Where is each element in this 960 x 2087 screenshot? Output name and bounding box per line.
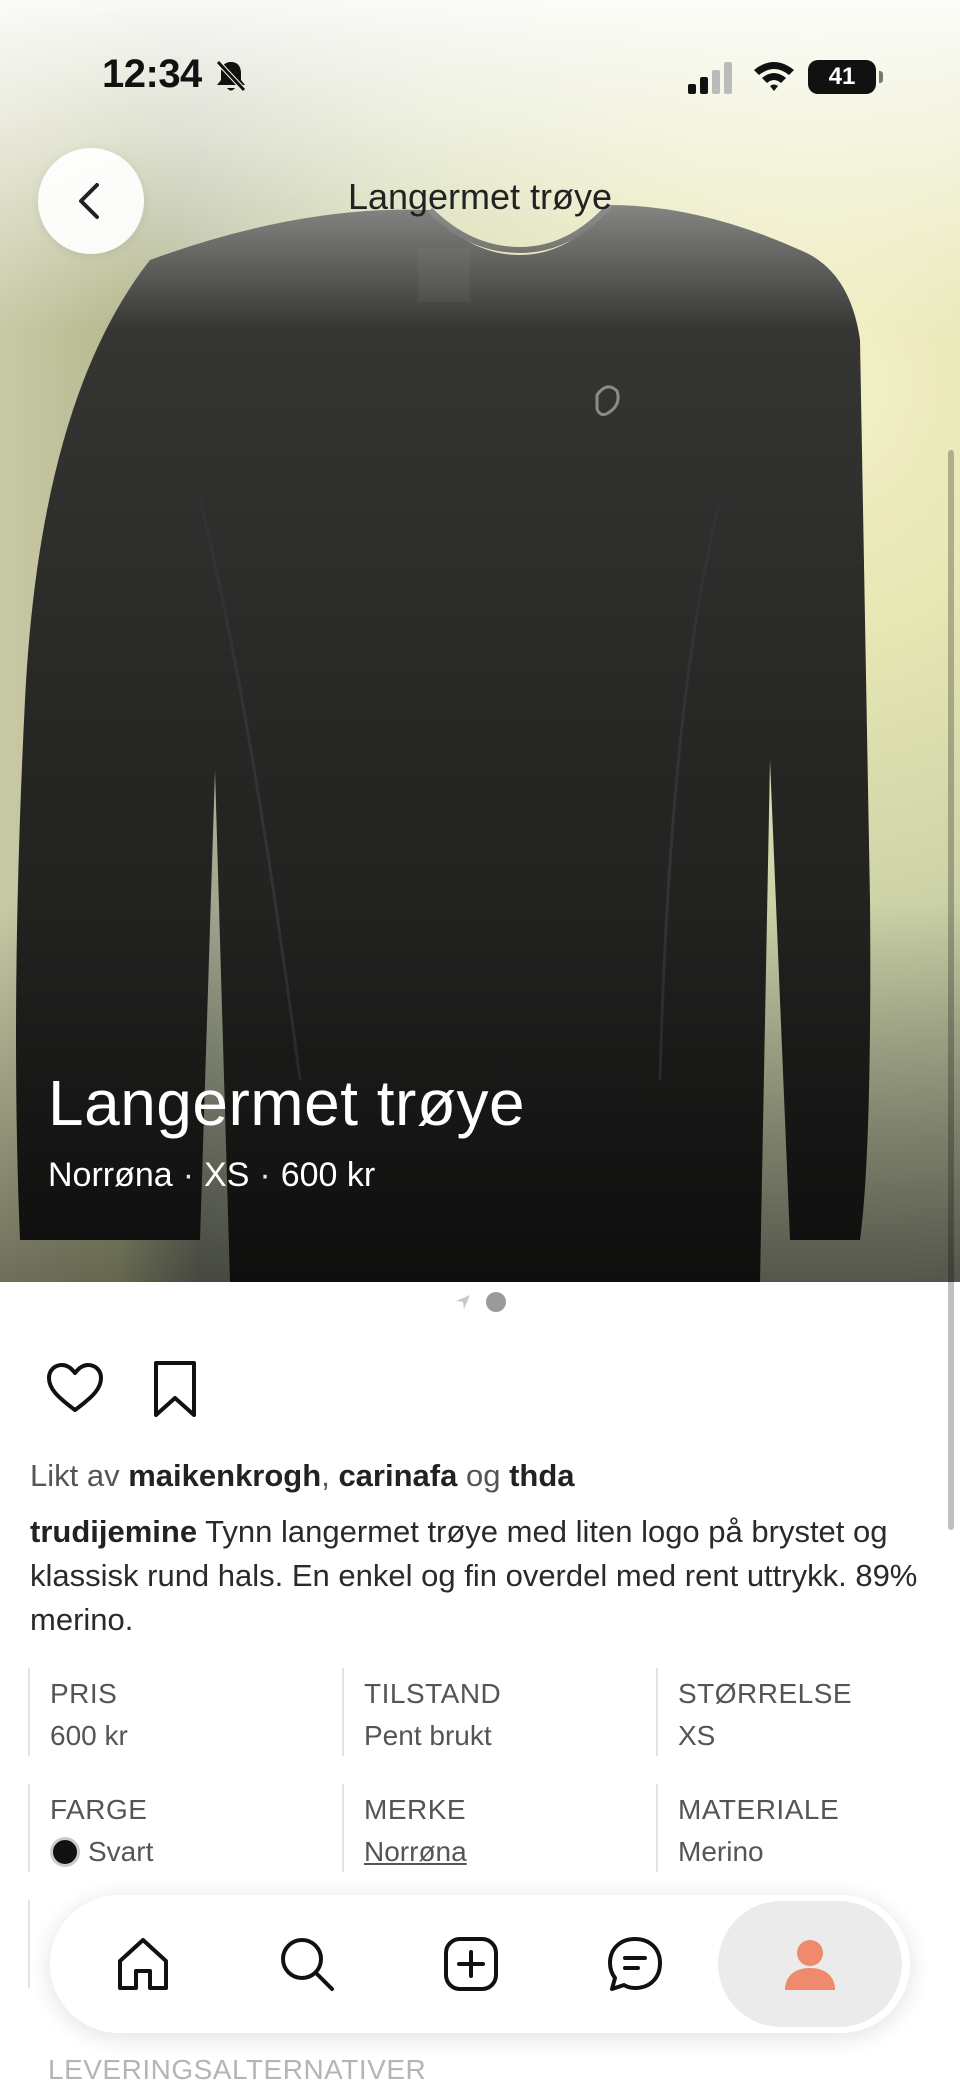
home-icon xyxy=(118,1938,168,1990)
separator: · xyxy=(182,1156,195,1194)
status-bar: 12:34 41 xyxy=(0,0,960,150)
product-description: trudijemine Tynn langermet trøye med lit… xyxy=(30,1510,930,1642)
spec-label: TILSTAND xyxy=(364,1678,502,1709)
spec-value: Svart xyxy=(50,1836,328,1868)
spec-value: Pent brukt xyxy=(364,1720,492,1751)
product-title: Langermet trøye xyxy=(48,1067,526,1139)
tab-home[interactable] xyxy=(68,1895,218,2033)
spec-size: STØRRELSE XS xyxy=(656,1668,956,1756)
spec-value: XS xyxy=(678,1720,716,1751)
status-time: 12:34 xyxy=(102,52,202,96)
liked-user[interactable]: maikenkrogh xyxy=(128,1458,321,1493)
tab-profile[interactable] xyxy=(718,1901,902,2027)
spec-label: MATERIALE xyxy=(678,1794,840,1825)
spec-color: FARGE Svart xyxy=(28,1784,328,1872)
cellular-signal-icon xyxy=(688,62,732,94)
spec-condition: TILSTAND Pent brukt xyxy=(342,1668,642,1756)
tab-add[interactable] xyxy=(396,1895,546,2033)
spec-value: Merino xyxy=(678,1836,764,1867)
bottom-tab-bar xyxy=(50,1895,910,2033)
spec-label: PRIS xyxy=(50,1678,118,1709)
liked-by: Likt av maikenkrogh, carinafa og thda xyxy=(30,1458,575,1493)
tab-messages[interactable] xyxy=(560,1895,710,2033)
product-size: XS xyxy=(204,1156,250,1194)
pager-dot[interactable] xyxy=(486,1292,506,1312)
wifi-icon xyxy=(754,62,794,91)
image-pager[interactable] xyxy=(0,1290,960,1314)
liked-by-and: og xyxy=(465,1458,501,1493)
separator: · xyxy=(259,1156,271,1194)
action-row xyxy=(44,1358,206,1420)
tab-search[interactable] xyxy=(232,1895,382,2033)
liked-user[interactable]: carinafa xyxy=(338,1458,457,1493)
spec-brand: MERKE Norrøna xyxy=(342,1784,642,1872)
location-arrow-icon xyxy=(456,1295,470,1309)
spec-value-text: Svart xyxy=(88,1836,154,1867)
spec-price: PRIS 600 kr xyxy=(28,1668,328,1756)
add-icon xyxy=(444,1937,498,1991)
heart-icon[interactable] xyxy=(44,1358,106,1420)
battery-indicator: 41 xyxy=(808,60,883,94)
bell-muted-icon xyxy=(216,60,246,92)
product-price: 600 kr xyxy=(280,1156,376,1194)
product-subtitle: Norrøna · XS · 600 kr xyxy=(48,1156,375,1195)
spec-value: 600 kr xyxy=(50,1720,128,1751)
seller-username[interactable]: trudijemine xyxy=(30,1514,197,1549)
messages-icon xyxy=(608,1937,662,1991)
liked-by-prefix: Likt av xyxy=(30,1458,120,1493)
profile-icon xyxy=(785,1940,835,1990)
spec-label: STØRRELSE xyxy=(678,1678,853,1709)
color-swatch xyxy=(50,1837,80,1867)
product-brand: Norrøna xyxy=(48,1156,173,1194)
spec-material: MATERIALE Merino xyxy=(656,1784,956,1872)
scroll-indicator xyxy=(948,450,954,1530)
spec-label: FARGE xyxy=(50,1794,148,1825)
page-title: Langermet trøye xyxy=(347,176,613,217)
search-icon xyxy=(281,1938,334,1991)
liked-user[interactable]: thda xyxy=(509,1458,574,1493)
brand-link[interactable]: Norrøna xyxy=(364,1836,642,1868)
spec-label: MERKE xyxy=(364,1794,467,1825)
bookmark-icon[interactable] xyxy=(144,1358,206,1420)
delivery-heading: LEVERINGSALTERNATIVER xyxy=(48,2054,427,2085)
